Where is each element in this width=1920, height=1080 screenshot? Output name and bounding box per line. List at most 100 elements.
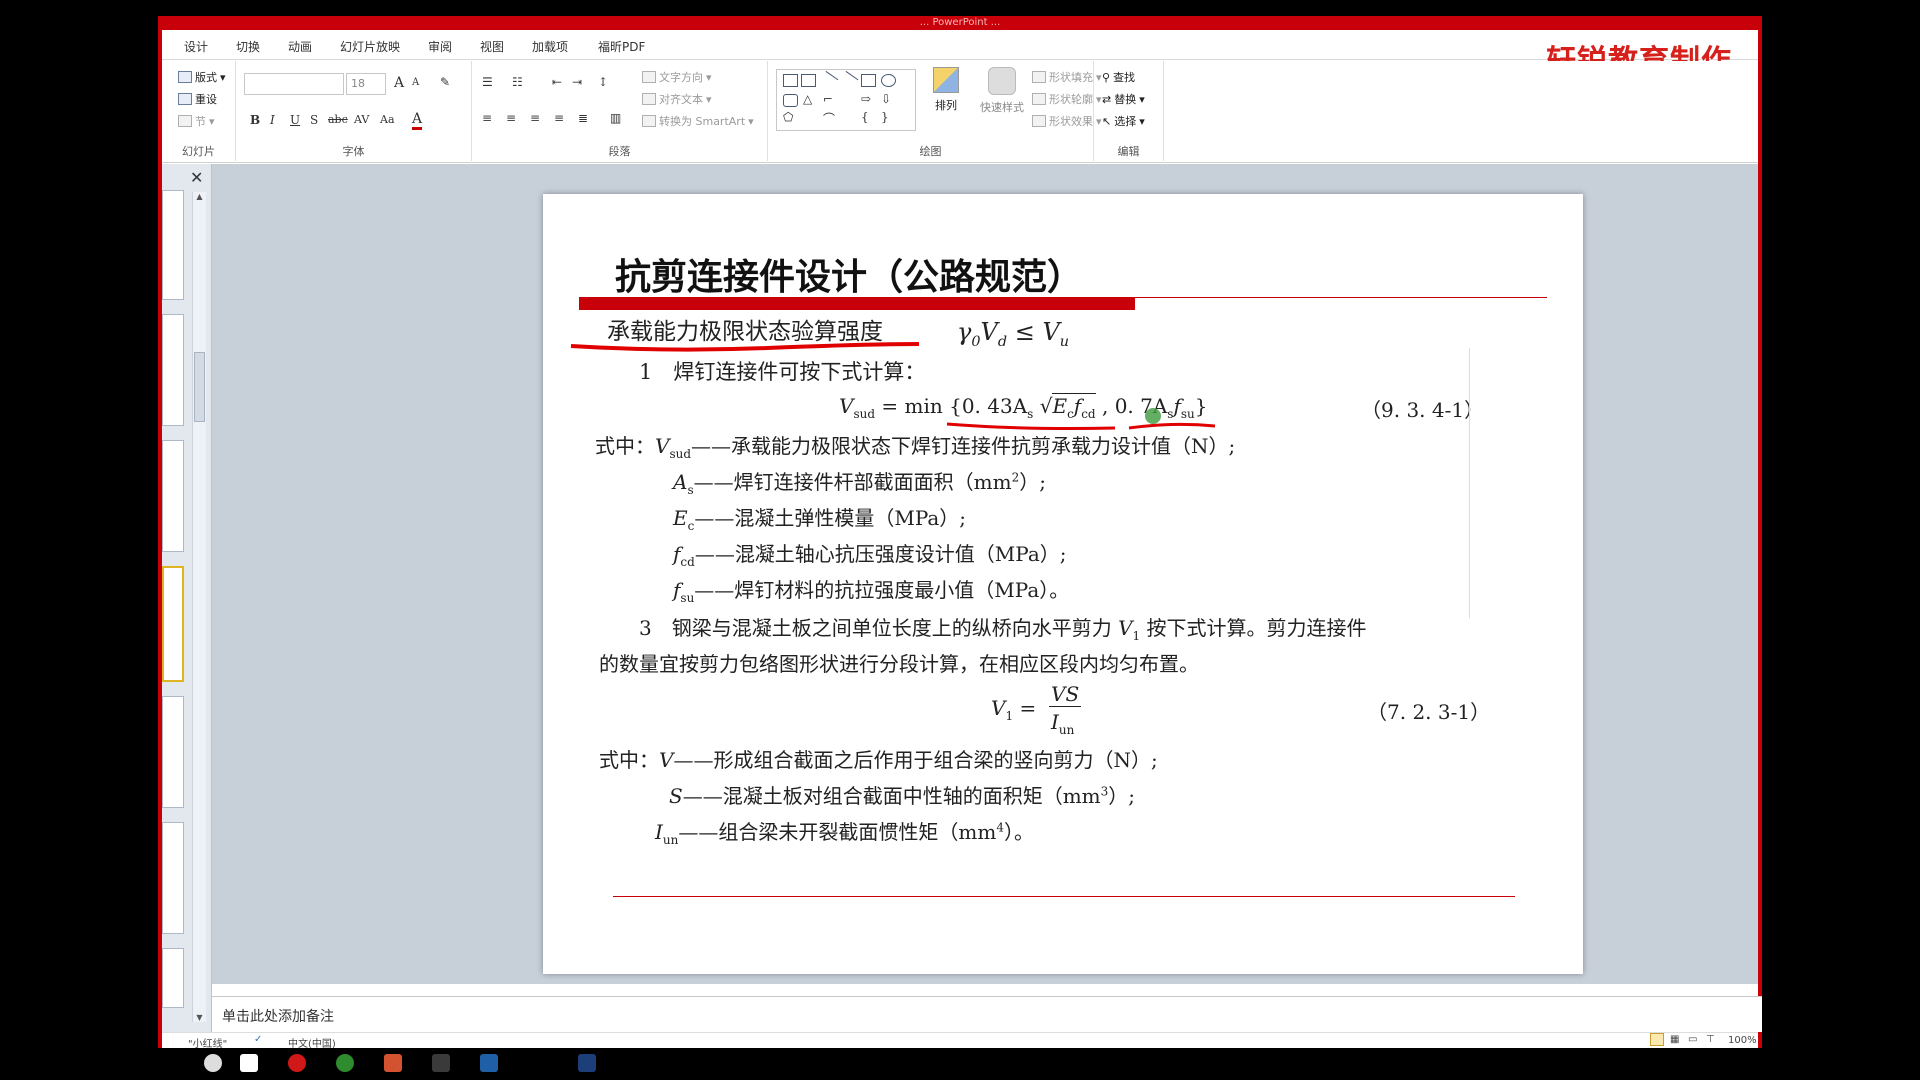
text-direction-button[interactable]: 文字方向 ▾ — [642, 69, 712, 85]
def-iun-sup: 4 — [996, 820, 1004, 835]
quick-styles-button[interactable]: 快速样式 — [974, 67, 1030, 147]
font-name-box[interactable] — [244, 73, 344, 95]
rectangle-shape-icon[interactable] — [861, 74, 876, 87]
down-arrow-shape-icon[interactable]: ⇩ — [881, 92, 891, 106]
brace-right-shape-icon[interactable]: } — [881, 110, 889, 124]
def-ec-sym: E — [673, 506, 688, 530]
curve-shape-icon[interactable]: ⌒ — [823, 110, 835, 127]
change-case-button[interactable]: Aa — [380, 113, 395, 126]
browser-icon[interactable] — [336, 1054, 354, 1072]
powerpoint-taskbar-icon[interactable] — [384, 1054, 402, 1072]
footer-rule — [613, 896, 1515, 897]
quick-styles-icon — [988, 67, 1016, 95]
app-icon[interactable] — [578, 1054, 596, 1072]
slide-thumbnail[interactable] — [162, 440, 184, 552]
increase-indent-icon[interactable]: ⇥ — [572, 75, 582, 89]
zoom-level[interactable]: 100% — [1728, 1035, 1757, 1046]
arrange-button[interactable]: 排列 — [926, 67, 966, 147]
brace-left-shape-icon[interactable]: { — [861, 110, 869, 124]
slide-thumbnail[interactable] — [162, 696, 184, 808]
slide-thumbnail[interactable] — [162, 314, 184, 426]
textbox-shape-icon[interactable] — [783, 74, 798, 87]
start-icon[interactable] — [204, 1054, 222, 1072]
triangle-shape-icon[interactable]: △ — [803, 92, 812, 106]
columns-icon[interactable]: ▥ — [610, 111, 621, 125]
align-center-icon[interactable]: ≡ — [506, 111, 516, 125]
underline-button[interactable]: U — [290, 113, 300, 127]
tab-foxit-pdf[interactable]: 福昕PDF — [598, 38, 645, 55]
tab-animations[interactable]: 动画 — [288, 38, 312, 55]
spellcheck-icon[interactable]: ✓ — [254, 1034, 262, 1045]
slide-thumbnail[interactable] — [162, 948, 184, 1008]
arrow-shape-icon[interactable] — [838, 70, 859, 91]
select-button[interactable]: ↖ 选择 ▾ — [1102, 113, 1145, 129]
vtextbox-shape-icon[interactable] — [801, 74, 816, 87]
reset-button[interactable]: 重设 — [178, 91, 217, 107]
slideshow-view-icon[interactable]: ⊤ — [1706, 1034, 1715, 1045]
shrink-font-button[interactable]: A — [412, 77, 419, 88]
align-right-icon[interactable]: ≡ — [530, 111, 540, 125]
replace-button[interactable]: ⇄ 替换 ▾ — [1102, 91, 1145, 107]
bullets-icon[interactable]: ☰ — [482, 75, 493, 89]
def-s: S——混凝土板对组合截面中性轴的面积矩（mm3）; — [669, 780, 1135, 809]
tab-slideshow[interactable]: 幻灯片放映 — [340, 38, 400, 55]
shape-fill-button[interactable]: 形状填充 ▾ — [1032, 69, 1102, 85]
oval-shape-icon[interactable] — [881, 74, 896, 87]
app-icon[interactable] — [288, 1054, 306, 1072]
app-icon[interactable] — [432, 1054, 450, 1072]
close-pane-icon[interactable]: ✕ — [190, 168, 203, 187]
tab-view[interactable]: 视图 — [480, 38, 504, 55]
char-spacing-button[interactable]: AV — [354, 113, 369, 126]
slide-thumbnail-active[interactable] — [162, 566, 184, 682]
find-button[interactable]: ⚲ 查找 — [1102, 69, 1135, 85]
distribute-icon[interactable]: ≣ — [578, 111, 588, 125]
right-arrow-shape-icon[interactable]: ⇨ — [861, 92, 871, 106]
elbow-connector-icon[interactable]: ⌐ — [823, 92, 833, 106]
smartart-button[interactable]: 转换为 SmartArt ▾ — [642, 113, 754, 129]
def-ec: Ec——混凝土弹性模量（MPa）; — [673, 502, 966, 533]
app-icon[interactable] — [240, 1054, 258, 1072]
quick-styles-label: 快速样式 — [980, 101, 1024, 114]
shape-effects-button[interactable]: 形状效果 ▾ — [1032, 113, 1102, 129]
sorter-view-icon[interactable]: ▦ — [1670, 1034, 1679, 1045]
align-left-icon[interactable]: ≡ — [482, 111, 492, 125]
font-color-button[interactable]: A — [412, 111, 423, 130]
tab-design[interactable]: 设计 — [184, 38, 208, 55]
tab-addins[interactable]: 加载项 — [532, 38, 568, 55]
thumbnail-scrollbar[interactable]: ▲ ▼ — [192, 192, 206, 1022]
notes-pane[interactable]: 单击此处添加备注 — [212, 996, 1762, 1032]
numbering-icon[interactable]: ☷ — [512, 75, 523, 89]
normal-view-icon[interactable] — [1650, 1033, 1664, 1046]
tab-review[interactable]: 审阅 — [428, 38, 452, 55]
justify-icon[interactable]: ≡ — [554, 111, 564, 125]
font-size-box[interactable]: 18 — [346, 73, 386, 95]
slide-thumbnail[interactable] — [162, 190, 184, 300]
line-shape-icon[interactable] — [818, 70, 839, 91]
f2-lhs-sub: 1 — [1005, 709, 1014, 723]
strikethrough-button[interactable]: abc — [328, 113, 348, 126]
layout-button[interactable]: 版式 ▾ — [178, 69, 226, 85]
italic-button[interactable]: I — [270, 113, 275, 127]
shapes-gallery[interactable]: △ ⌐ ⇨ ⇩ ⬠ ⌒ { } — [776, 69, 916, 131]
slide-thumbnail[interactable] — [162, 822, 184, 934]
slide-canvas[interactable]: 抗剪连接件设计（公路规范） 承载能力极限状态验算强度 γ0Vd ≤ Vu 1 焊… — [543, 194, 1583, 974]
line-spacing-icon[interactable]: ↕ — [598, 75, 608, 89]
clear-format-icon[interactable]: ✎ — [440, 75, 450, 89]
rounded-rect-shape-icon[interactable] — [783, 94, 798, 107]
grow-font-button[interactable]: A — [394, 75, 404, 91]
f1-close: } — [1194, 394, 1208, 418]
scroll-up-arrow[interactable]: ▲ — [193, 192, 206, 201]
shape-outline-button[interactable]: 形状轮廓 ▾ — [1032, 91, 1102, 107]
section-button[interactable]: 节 ▾ — [178, 113, 215, 129]
tab-transitions[interactable]: 切换 — [236, 38, 260, 55]
scroll-down-arrow[interactable]: ▼ — [193, 1013, 206, 1022]
app-icon[interactable] — [480, 1054, 498, 1072]
decrease-indent-icon[interactable]: ⇤ — [552, 75, 562, 89]
align-text-button[interactable]: 对齐文本 ▾ — [642, 91, 712, 107]
reading-view-icon[interactable]: ▭ — [1688, 1034, 1697, 1045]
freeform-shape-icon[interactable]: ⬠ — [783, 110, 793, 124]
scroll-thumb[interactable] — [194, 352, 205, 422]
f1-fsu: f — [1173, 394, 1181, 418]
text-shadow-button[interactable]: S — [310, 113, 318, 127]
bold-button[interactable]: B — [250, 113, 260, 127]
